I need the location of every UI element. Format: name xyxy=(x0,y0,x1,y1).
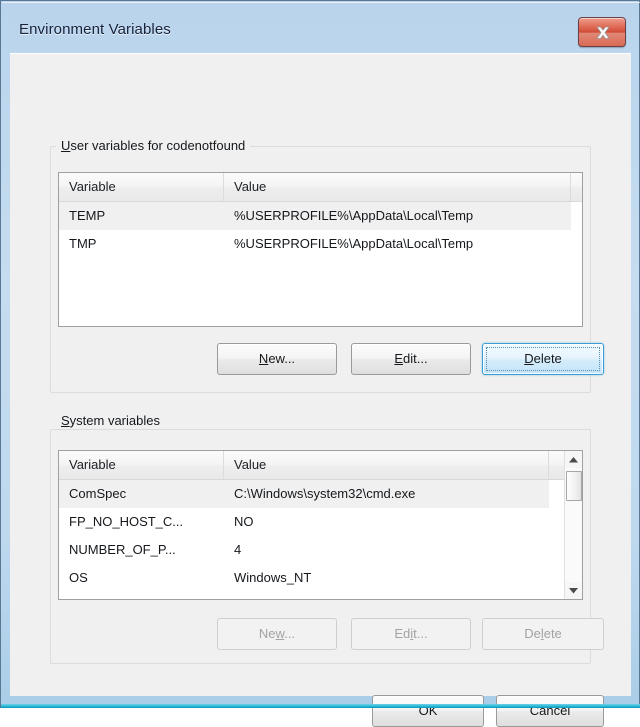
system-column-header-variable[interactable]: Variable xyxy=(59,451,224,479)
table-row[interactable]: FP_NO_HOST_C... NO xyxy=(59,508,582,536)
system-list-scrollbar[interactable] xyxy=(564,451,582,599)
system-row-variable: OS xyxy=(69,570,88,585)
system-row-value: Windows_NT xyxy=(234,570,312,585)
frame-bottom-accent xyxy=(1,704,640,708)
user-column-header-value[interactable]: Value xyxy=(224,173,571,201)
environment-variables-window: Environment Variables User variables for… xyxy=(0,0,640,727)
user-column-header-variable[interactable]: Variable xyxy=(59,173,224,201)
user-row-variable: TEMP xyxy=(69,208,106,223)
user-group-accel-letter: U xyxy=(61,138,71,153)
close-button[interactable] xyxy=(578,17,626,47)
cancel-button[interactable]: Cancel xyxy=(496,695,604,727)
cancel-label: Cancel xyxy=(529,703,571,718)
user-group-label-text: ser variables for codenotfound xyxy=(70,138,246,153)
system-new-button[interactable]: New... xyxy=(217,618,337,650)
table-row[interactable]: ComSpec C:\Windows\system32\cmd.exe xyxy=(59,480,582,508)
system-list-header: Variable Value xyxy=(59,451,582,480)
user-list-rows: TEMP %USERPROFILE%\AppData\Local\Temp TM… xyxy=(59,202,582,258)
system-row-variable: NUMBER_OF_P... xyxy=(69,542,176,557)
user-column-header-extra[interactable] xyxy=(571,173,582,201)
dialog-client-area: User variables for codenotfound Variable… xyxy=(10,53,631,727)
user-variables-group-label: User variables for codenotfound xyxy=(56,138,251,153)
system-edit-label: Edit... xyxy=(394,626,428,641)
system-column-header-value[interactable]: Value xyxy=(224,451,549,479)
ok-button[interactable]: OK xyxy=(372,695,484,727)
table-row[interactable]: TEMP %USERPROFILE%\AppData\Local\Temp xyxy=(59,202,582,230)
system-delete-button[interactable]: Delete xyxy=(482,618,604,650)
system-group-accel-letter: S xyxy=(61,413,70,428)
system-row-value: C:\Windows\system32\cmd.exe xyxy=(234,486,416,501)
system-variables-group-label: System variables xyxy=(56,413,165,428)
user-new-label: New... xyxy=(258,351,296,366)
user-new-button[interactable]: New... xyxy=(217,343,337,375)
system-row-value: 4 xyxy=(234,542,242,557)
user-edit-button[interactable]: Edit... xyxy=(351,343,471,375)
system-row-value: NO xyxy=(234,514,254,529)
system-row-variable: FP_NO_HOST_C... xyxy=(69,514,184,529)
table-row[interactable]: TMP %USERPROFILE%\AppData\Local\Temp xyxy=(59,230,582,258)
scroll-up-button[interactable] xyxy=(565,451,582,468)
user-row-value: %USERPROFILE%\AppData\Local\Temp xyxy=(234,208,474,223)
user-delete-button[interactable]: Delete xyxy=(482,343,604,375)
system-edit-button[interactable]: Edit... xyxy=(351,618,471,650)
user-row-value: %USERPROFILE%\AppData\Local\Temp xyxy=(234,236,474,251)
system-new-label: New... xyxy=(258,626,296,641)
system-group-label-text: ystem variables xyxy=(69,413,160,428)
scroll-down-button[interactable] xyxy=(565,582,582,599)
ok-label: OK xyxy=(418,703,438,718)
title-bar[interactable]: Environment Variables xyxy=(2,3,639,53)
system-delete-label: Delete xyxy=(524,626,562,641)
focus-ring xyxy=(486,347,600,371)
window-title: Environment Variables xyxy=(19,21,171,38)
table-row[interactable]: OS Windows_NT xyxy=(59,564,582,592)
system-row-variable: ComSpec xyxy=(69,486,127,501)
user-list-header: Variable Value xyxy=(59,173,582,202)
scrollbar-thumb[interactable] xyxy=(566,471,582,501)
user-row-variable: TMP xyxy=(69,236,97,251)
user-edit-label: Edit... xyxy=(394,351,428,366)
system-list-rows: ComSpec C:\Windows\system32\cmd.exe FP_N… xyxy=(59,480,582,592)
table-row[interactable]: NUMBER_OF_P... 4 xyxy=(59,536,582,564)
user-variables-list[interactable]: Variable Value TEMP %USERPROFILE%\AppDat… xyxy=(58,172,583,327)
system-variables-list[interactable]: Variable Value ComSpec C:\Windows\system… xyxy=(58,450,583,600)
